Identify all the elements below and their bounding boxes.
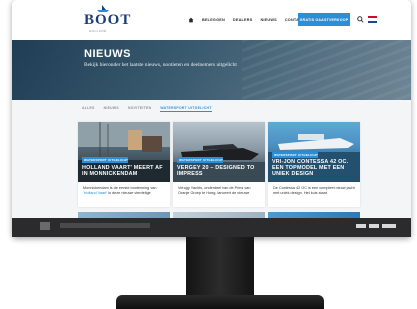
- category-badge: WATERSPORT UITGELICHT: [272, 152, 318, 158]
- page-subtitle: Bekijk hieronder het laatste nieuws, noo…: [84, 62, 237, 68]
- top-nav: BOOT HOLLAND BELEGGEN DEALERS NIEUWS CON…: [12, 0, 411, 40]
- news-card[interactable]: WATERSPORT UITGELICHT VRI-JON CONTESSA 4…: [268, 122, 360, 207]
- news-card-excerpt: Monnickendam is de eerste bootenning van…: [78, 182, 170, 207]
- bezel-strip: [60, 223, 150, 228]
- news-card[interactable]: WATERSPORT UITGELICHT VERGEY 20 – DESIGN…: [173, 122, 265, 207]
- hero-banner: NIEUWS Bekijk hieronder het laatste nieu…: [12, 40, 411, 100]
- hero-background-image: [242, 40, 411, 100]
- news-card-title[interactable]: HOLLAND VAART' MEERT AF IN MONNICKENDAM: [82, 165, 166, 177]
- screen: BOOT HOLLAND BELEGGEN DEALERS NIEUWS CON…: [12, 0, 411, 218]
- news-card-image[interactable]: WATERSPORT UITGELICHT VERGEY 20 – DESIGN…: [173, 122, 265, 182]
- news-card-image[interactable]: WATERSPORT UITGELICHT HOLLAND VAART' MEE…: [78, 122, 170, 182]
- filter-watersport-uitgelicht[interactable]: WATERSPORT UITGELICHT: [160, 106, 212, 112]
- filter-noviteiten[interactable]: NOVITEITEN: [128, 106, 151, 112]
- nav-links: BELEGGEN DEALERS NIEUWS CONTACT: [188, 17, 305, 23]
- site-logo[interactable]: BOOT: [84, 12, 131, 29]
- category-filters: ALLES NIEUWS NOVITEITEN WATERSPORT UITGE…: [82, 106, 212, 112]
- excerpt-text: Verogy Yachts, onderdeel van de Prins va…: [178, 186, 251, 196]
- category-badge: WATERSPORT UITGELICHT: [177, 157, 223, 163]
- home-icon[interactable]: [188, 17, 194, 23]
- cta-button[interactable]: GRATIS GAASTVERKOOP: [298, 13, 350, 26]
- language-flag-icon[interactable]: [368, 16, 377, 23]
- news-card-title[interactable]: VRI-JON CONTESSA 42 OC. EEN TOPMODEL MET…: [272, 159, 356, 177]
- nav-link-beleggen[interactable]: BELEGGEN: [202, 18, 225, 22]
- bezel-button[interactable]: [356, 224, 366, 228]
- news-card-excerpt: De Contessa 42 OC is een compleet nieuw …: [268, 182, 360, 207]
- category-badge: WATERSPORT UITGELICHT: [82, 157, 128, 163]
- monitor-stand-base: [116, 295, 324, 309]
- bezel-button[interactable]: [369, 224, 379, 228]
- excerpt-link[interactable]: 'Holland Vaart': [83, 191, 107, 195]
- boat-logo-icon: [97, 5, 109, 12]
- excerpt-text: Monnickendam is de eerste bootenning van: [83, 186, 157, 190]
- nav-link-nieuws[interactable]: NIEUWS: [260, 18, 276, 22]
- excerpt-text-end: is deze nieuwe vierdelige: [107, 191, 151, 196]
- news-card-title[interactable]: VERGEY 20 – DESIGNED TO IMPRESS: [177, 165, 261, 177]
- news-card-image[interactable]: WATERSPORT UITGELICHT VRI-JON CONTESSA 4…: [268, 122, 360, 182]
- site-logo-sub: HOLLAND: [89, 29, 107, 33]
- bezel-button[interactable]: [382, 224, 396, 228]
- page-title: NIEUWS: [84, 48, 131, 60]
- news-card-excerpt: Verogy Yachts, onderdeel van de Prins va…: [173, 182, 265, 207]
- monitor-bottom-bezel: [12, 218, 411, 237]
- monitor-stand-neck: [186, 237, 254, 295]
- filter-nieuws[interactable]: NIEUWS: [104, 106, 119, 112]
- excerpt-text: De Contessa 42 OC is een compleet nieuw …: [273, 186, 355, 196]
- news-card[interactable]: WATERSPORT UITGELICHT HOLLAND VAART' MEE…: [78, 122, 170, 207]
- filter-alles[interactable]: ALLES: [82, 106, 95, 112]
- search-icon[interactable]: [357, 16, 364, 23]
- nav-link-dealers[interactable]: DEALERS: [233, 18, 253, 22]
- bezel-indicator: [40, 222, 50, 230]
